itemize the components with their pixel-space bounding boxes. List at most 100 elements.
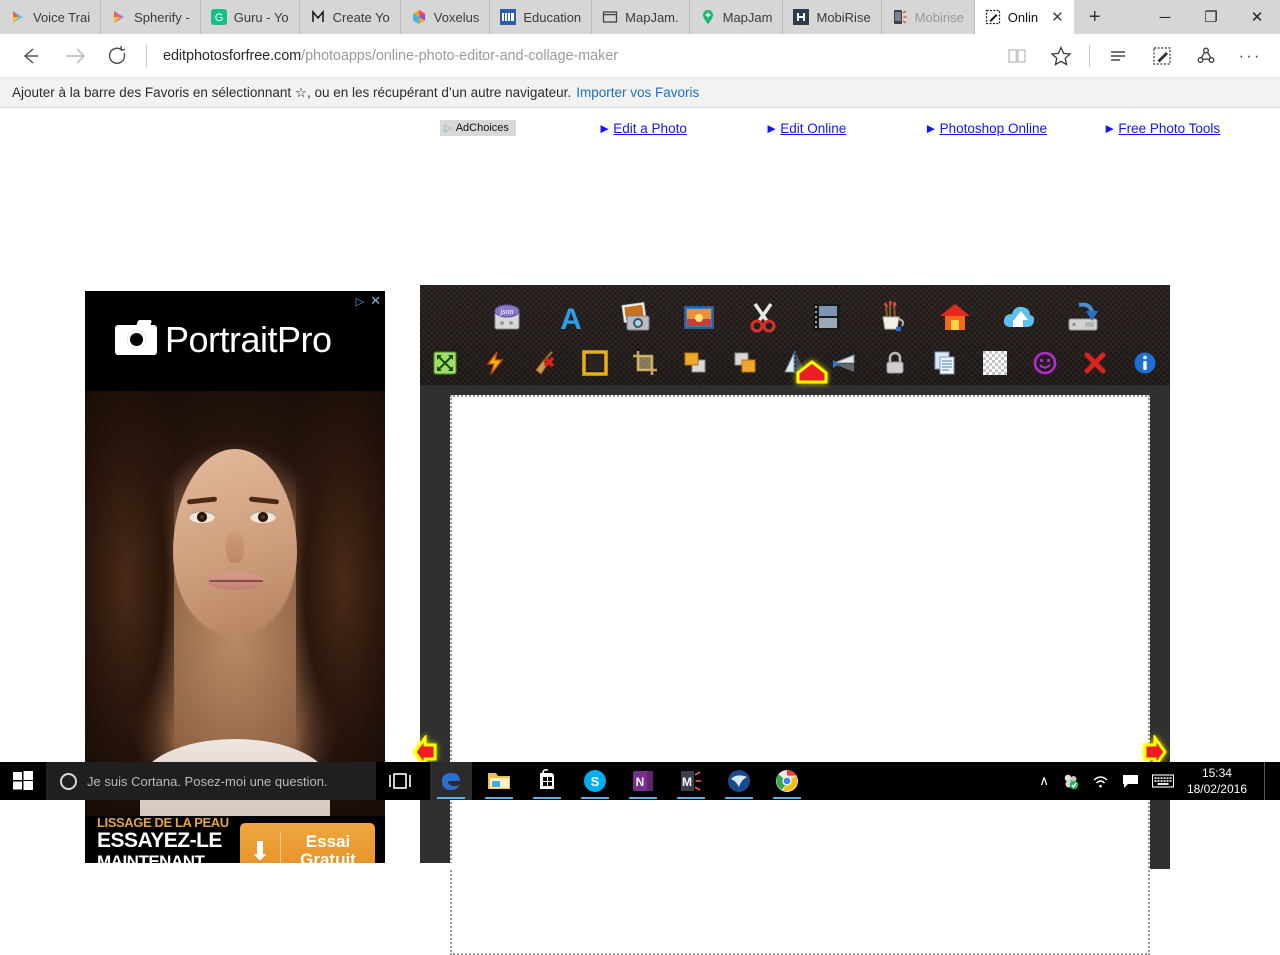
taskbar-app-file-explorer[interactable]: [478, 762, 520, 800]
ad-link-free-photo-tools[interactable]: ► Free Photo Tools: [1103, 121, 1220, 136]
save-disk-icon[interactable]: [1064, 298, 1102, 336]
resize-arrows-icon[interactable]: [432, 350, 458, 376]
favorite-star-icon[interactable]: [1039, 34, 1083, 78]
lock-icon[interactable]: [882, 350, 908, 376]
browser-tab[interactable]: G Guru - Yo: [201, 0, 300, 34]
close-button[interactable]: ✕: [1234, 0, 1280, 34]
restore-button[interactable]: ❐: [1188, 0, 1234, 34]
taskbar-app-mobirise[interactable]: M: [670, 762, 712, 800]
taskbar-app-edge[interactable]: [430, 762, 472, 800]
photos-camera-icon[interactable]: [616, 298, 654, 336]
ad-close-icon[interactable]: ✕: [370, 293, 381, 309]
map-pin-icon: [700, 9, 716, 25]
ad-link-edit-a-photo[interactable]: ► Edit a Photo: [598, 121, 687, 136]
send-backward-icon[interactable]: [682, 350, 708, 376]
keyboard-icon[interactable]: [1151, 774, 1174, 788]
favorites-message: Ajouter à la barre des Favoris en sélect…: [12, 84, 572, 100]
lightning-bolt-icon[interactable]: [482, 350, 508, 376]
reading-view-icon[interactable]: [995, 34, 1039, 78]
browser-tab[interactable]: MapJam.: [592, 0, 690, 34]
hub-icon[interactable]: [1096, 34, 1140, 78]
minimize-button[interactable]: ─: [1142, 0, 1188, 34]
browser-tab[interactable]: Voice Trai: [0, 0, 102, 34]
refresh-button[interactable]: [96, 34, 140, 78]
start-icon[interactable]: [0, 762, 46, 800]
bring-forward-icon[interactable]: [732, 350, 758, 376]
ad-headline-small: LISSAGE DE LA PEAU: [97, 815, 229, 831]
duplicate-pages-icon[interactable]: [932, 350, 958, 376]
scissors-cut-icon[interactable]: [744, 298, 782, 336]
wifi-icon[interactable]: [1092, 774, 1109, 789]
browser-tab[interactable]: Mobirise: [882, 0, 975, 34]
taskbar-app-onenote[interactable]: N: [622, 762, 664, 800]
ad-link-label: Free Photo Tools: [1118, 120, 1221, 136]
action-center-icon[interactable]: [1122, 774, 1139, 789]
more-settings-button[interactable]: ···: [1228, 34, 1272, 78]
info-icon[interactable]: [1132, 350, 1158, 376]
address-bar[interactable]: editphotosforfree.com/photoapps/online-p…: [153, 41, 995, 71]
smiley-sticker-icon[interactable]: [1032, 350, 1058, 376]
back-button[interactable]: [8, 34, 52, 78]
share-icon[interactable]: [1184, 34, 1228, 78]
pencil-box-icon: [985, 9, 1001, 25]
taskbar-app-store[interactable]: [526, 762, 568, 800]
ad-link-photoshop-online[interactable]: ► Photoshop Online: [924, 121, 1047, 136]
browser-tab[interactable]: MapJam: [690, 0, 784, 34]
flip-horizontal-icon[interactable]: [832, 350, 858, 376]
show-desktop-button[interactable]: [1264, 762, 1270, 800]
image-sunset-icon[interactable]: [680, 298, 718, 336]
lips: [207, 573, 265, 590]
taskbar-apps: S N M: [424, 762, 808, 800]
cortana-search-box[interactable]: Je suis Cortana. Posez-moi une question.: [46, 762, 376, 800]
home-house-icon[interactable]: [936, 298, 974, 336]
svg-text:N: N: [636, 775, 645, 789]
tab-label: MobiRise: [816, 9, 871, 25]
ad-link-label: Edit Online: [780, 120, 847, 136]
delete-x-icon[interactable]: [1082, 350, 1108, 376]
tab-label: MapJam: [722, 9, 773, 25]
taskbar-clock[interactable]: 15:34 18/02/2016: [1187, 765, 1251, 797]
filmstrip-icon[interactable]: [808, 298, 846, 336]
brush-cup-icon[interactable]: [872, 298, 910, 336]
text-tool-icon[interactable]: A: [552, 298, 590, 336]
tab-close-button[interactable]: ✕: [1051, 10, 1064, 25]
browser-tab[interactable]: Education: [490, 0, 593, 34]
ad-brand-name: PortraitPro: [165, 319, 332, 360]
transparency-grid-icon[interactable]: [982, 350, 1008, 376]
cloud-upload-icon[interactable]: [1000, 298, 1038, 336]
guru-g-icon: G: [210, 9, 227, 25]
taskbar-app-thunderbird[interactable]: [718, 762, 760, 800]
status-strip: [0, 863, 1080, 870]
top-resize-handle[interactable]: [795, 360, 829, 389]
tab-label: Create Yo: [332, 9, 390, 25]
adchoices-triangle-icon[interactable]: ▷: [356, 295, 364, 308]
window-icon: [602, 9, 618, 25]
browser-tab-active[interactable]: Onlin ✕: [974, 0, 1074, 34]
new-tab-button[interactable]: +: [1074, 0, 1116, 34]
page-content: ▷ AdChoices ► Edit a Photo ► Edit Online ►…: [0, 108, 1280, 955]
json-open-icon[interactable]: json: [488, 298, 526, 336]
arrow-right-icon: ►: [764, 120, 779, 136]
frame-border-icon[interactable]: [582, 350, 608, 376]
svg-text:A: A: [560, 303, 582, 335]
taskbar-app-chrome[interactable]: [766, 762, 808, 800]
editor-canvas[interactable]: [450, 395, 1150, 955]
browser-tab[interactable]: Voxelus: [401, 0, 491, 34]
eye-left: [189, 511, 215, 523]
forward-button[interactable]: [52, 34, 96, 78]
adchoices-badge[interactable]: ▷ AdChoices: [440, 120, 516, 136]
import-favorites-link[interactable]: Importer vos Favoris: [576, 85, 699, 100]
browser-tab[interactable]: Spherify -: [101, 0, 201, 34]
browser-tab[interactable]: MobiRise: [783, 0, 882, 34]
crop-tool-icon[interactable]: [632, 350, 658, 376]
taskbar-app-skype[interactable]: S: [574, 762, 616, 800]
tray-chevron-up-icon[interactable]: ∧: [1039, 773, 1049, 789]
broom-clear-icon[interactable]: [532, 350, 558, 376]
sync-icon[interactable]: [1062, 773, 1079, 790]
web-note-icon[interactable]: [1140, 34, 1184, 78]
svg-text:M: M: [682, 775, 692, 789]
browser-tab[interactable]: Create Yo: [300, 0, 401, 34]
ad-link-edit-online[interactable]: ► Edit Online: [765, 121, 846, 136]
mobirise-icon: [793, 9, 810, 25]
task-view-icon[interactable]: [376, 762, 424, 800]
